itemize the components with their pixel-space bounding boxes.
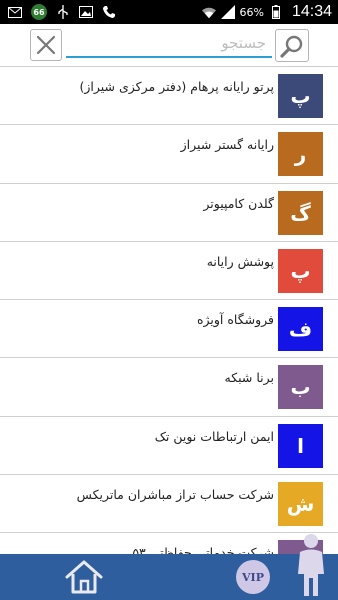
search-bar [0, 24, 338, 66]
list-item[interactable]: شرکت حساب تراز مباشران ماتریکس ش [0, 475, 338, 534]
usb-icon [56, 5, 70, 19]
home-button[interactable] [64, 558, 104, 596]
list-item-name: رایانه گستر شیراز [180, 137, 274, 153]
list-item[interactable]: شرکت خدماتی حفاظتی ۵۳ ش [0, 533, 338, 554]
letter-tile: پ [278, 248, 323, 293]
list-item[interactable]: فروشگاه آویژه ف [0, 300, 338, 359]
phone-icon [102, 5, 116, 19]
letter-tile: ب [278, 365, 323, 410]
letter-tile: ر [278, 132, 323, 177]
list-item-name: شرکت حساب تراز مباشران ماتریکس [76, 487, 274, 503]
bottom-nav-bar: VIP [0, 554, 338, 600]
list-item-name: برنا شبکه [224, 370, 275, 386]
battery-percent: 66% [239, 5, 264, 19]
letter-tile: گ [278, 190, 323, 235]
clear-search-button[interactable] [30, 29, 62, 61]
list-item-name: گلدن کامپیوتر [203, 195, 274, 211]
list-item[interactable]: گلدن کامپیوتر گ [0, 183, 338, 242]
wifi-icon [201, 5, 216, 19]
list-item-name: پرتو رایانه پرهام (دفتر مرکزی شیراز) [79, 79, 274, 94]
search-input[interactable] [66, 30, 272, 58]
company-list: پرتو رایانه پرهام (دفتر مرکزی شیراز) پ ر… [0, 66, 338, 554]
list-item-name: پوشش رایانه [206, 253, 274, 269]
vip-button[interactable]: VIP [236, 560, 270, 594]
letter-tile: ف [278, 307, 323, 352]
list-item[interactable]: رایانه گستر شیراز ر [0, 125, 338, 184]
close-icon [36, 35, 56, 55]
image-icon [79, 5, 93, 19]
list-item-name: شرکت خدماتی حفاظتی ۵۳ [132, 545, 274, 554]
list-item[interactable]: برنا شبکه ب [0, 358, 338, 417]
list-item-name: ایمن ارتباطات نوین تک [154, 428, 274, 444]
list-item[interactable]: ایمن ارتباطات نوین تک ا [0, 416, 338, 476]
email-icon [8, 5, 22, 19]
list-item[interactable]: پوشش رایانه پ [0, 241, 338, 301]
notification-badge: 66 [31, 4, 47, 20]
home-icon [65, 560, 103, 594]
search-button[interactable] [275, 29, 309, 62]
list-item[interactable]: پرتو رایانه پرهام (دفتر مرکزی شیراز) پ [0, 67, 338, 126]
clock: 14:34 [291, 3, 332, 20]
letter-tile: پ [278, 74, 323, 118]
signal-icon [220, 5, 235, 19]
battery-icon [269, 5, 283, 19]
list-item-name: فروشگاه آویژه [196, 312, 274, 328]
search-icon [280, 35, 303, 58]
status-bar: 66 66% 14:34 [0, 0, 338, 24]
letter-tile: ش [278, 482, 323, 527]
letter-tile: ا [278, 423, 323, 468]
person-figure-icon [298, 534, 324, 596]
